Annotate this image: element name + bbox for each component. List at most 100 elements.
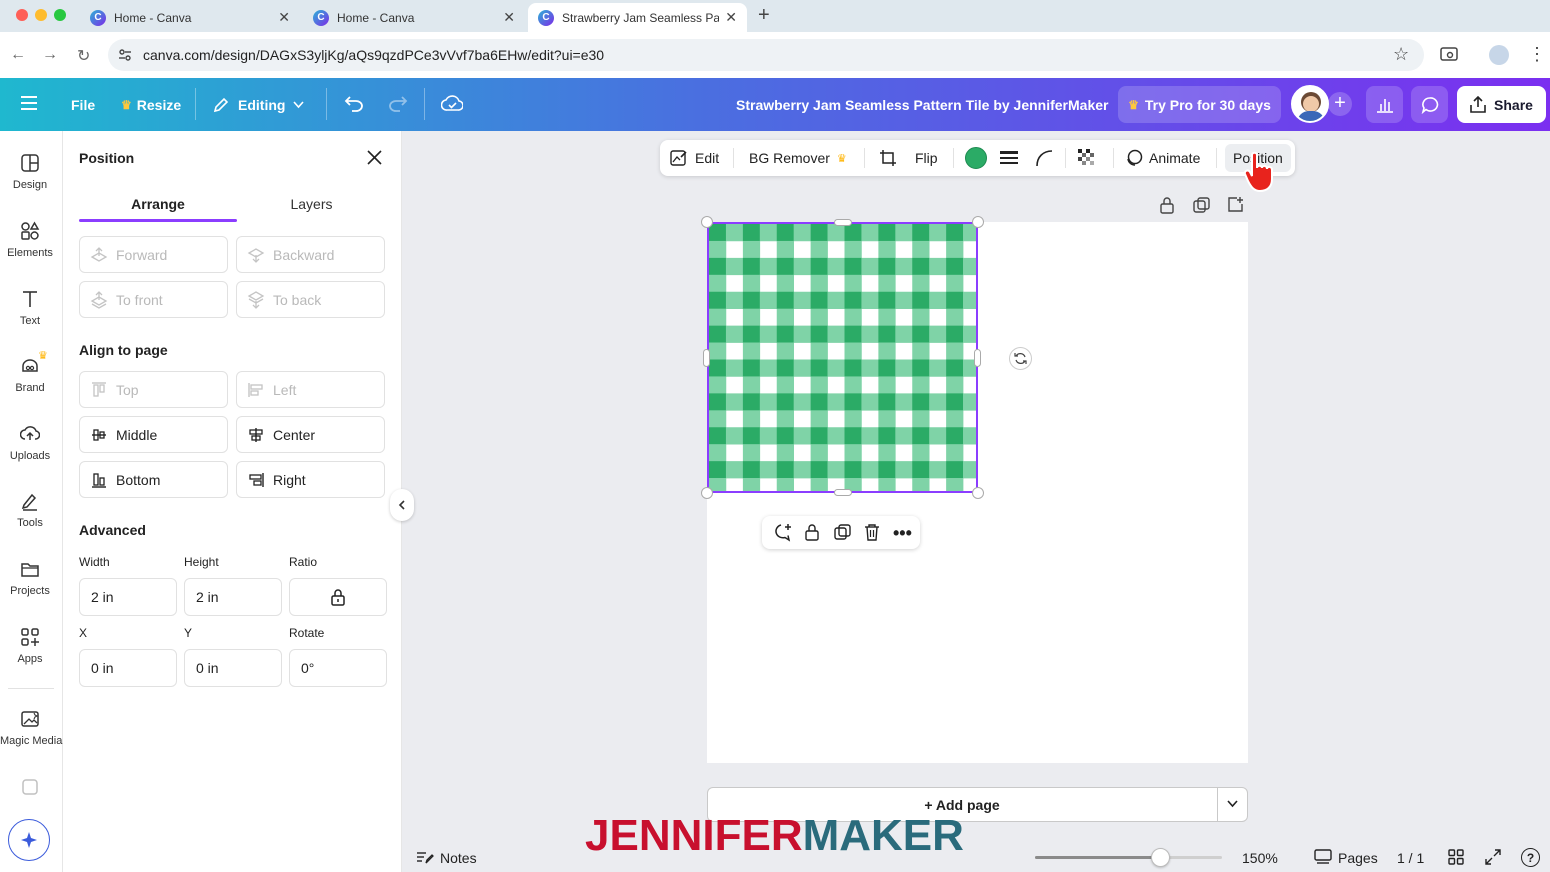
forward-icon[interactable]: → bbox=[42, 46, 58, 64]
crop-button[interactable] bbox=[879, 140, 897, 176]
zoom-level[interactable]: 150% bbox=[1242, 850, 1278, 866]
user-avatar[interactable] bbox=[1291, 85, 1329, 123]
add-comment-icon[interactable] bbox=[772, 523, 792, 542]
file-menu-button[interactable]: File bbox=[71, 78, 95, 131]
more-options-icon[interactable]: ••• bbox=[893, 523, 912, 544]
browser-tab-active[interactable]: C Strawberry Jam Seamless Pa ✕ bbox=[528, 3, 747, 32]
color-swatch[interactable] bbox=[965, 147, 987, 169]
transparency-button[interactable] bbox=[1078, 140, 1096, 176]
reload-icon[interactable]: ↻ bbox=[77, 46, 90, 66]
site-settings-icon[interactable] bbox=[117, 47, 133, 63]
pages-icon[interactable] bbox=[1314, 849, 1332, 865]
resize-handle-right[interactable] bbox=[974, 349, 981, 367]
notes-icon[interactable] bbox=[416, 850, 434, 865]
back-icon[interactable]: ← bbox=[10, 46, 26, 64]
flip-button[interactable]: Flip bbox=[915, 140, 938, 176]
pages-button[interactable]: Pages bbox=[1338, 850, 1378, 866]
browser-menu-icon[interactable]: ⋮ bbox=[1528, 44, 1546, 65]
cloud-saved-icon[interactable] bbox=[441, 95, 463, 112]
comments-button[interactable] bbox=[1411, 86, 1448, 123]
rail-item-design[interactable]: Design bbox=[0, 153, 60, 191]
bg-remover-button[interactable]: BG Remover ♛ bbox=[749, 140, 847, 176]
gingham-pattern-image[interactable] bbox=[707, 222, 978, 493]
minimize-window-button[interactable] bbox=[35, 9, 47, 21]
delete-element-icon[interactable] bbox=[864, 523, 880, 541]
rail-item-elements[interactable]: Elements bbox=[0, 221, 60, 259]
rail-item-apps[interactable]: Apps bbox=[0, 627, 60, 665]
zoom-slider-track[interactable] bbox=[1035, 848, 1222, 867]
maximize-window-button[interactable] bbox=[54, 9, 66, 21]
rail-item-projects[interactable]: Projects bbox=[0, 559, 60, 597]
close-tab-icon[interactable]: ✕ bbox=[278, 9, 290, 26]
rail-item-uploads[interactable]: Uploads bbox=[0, 424, 60, 462]
tab-arrange[interactable]: Arrange bbox=[79, 196, 237, 212]
close-panel-icon[interactable] bbox=[367, 150, 382, 165]
collapse-panel-button[interactable] bbox=[390, 489, 414, 521]
resize-handle-tr[interactable] bbox=[972, 216, 984, 228]
editing-mode-button[interactable]: Editing bbox=[212, 78, 305, 131]
rail-item-text[interactable]: Text bbox=[0, 289, 60, 327]
notes-button[interactable]: Notes bbox=[440, 850, 477, 866]
add-page-dropdown-icon[interactable] bbox=[1227, 800, 1238, 808]
resize-handle-left[interactable] bbox=[703, 349, 710, 367]
align-center-button[interactable]: Center bbox=[236, 416, 385, 453]
duplicate-element-icon[interactable] bbox=[834, 524, 851, 541]
to-back-button[interactable]: To back bbox=[236, 281, 385, 318]
resize-button[interactable]: ♛ Resize bbox=[121, 78, 181, 131]
x-field[interactable]: 0 in bbox=[79, 649, 177, 687]
close-tab-icon[interactable]: ✕ bbox=[503, 9, 515, 26]
undo-icon[interactable] bbox=[344, 94, 364, 112]
browser-tab[interactable]: C Home - Canva ✕ bbox=[80, 3, 300, 32]
profile-avatar[interactable] bbox=[1489, 45, 1509, 65]
close-tab-icon[interactable]: ✕ bbox=[725, 9, 737, 26]
magic-assistant-button[interactable] bbox=[8, 819, 50, 861]
rail-item-brand[interactable]: Brand bbox=[0, 356, 60, 394]
align-bottom-button[interactable]: Bottom bbox=[79, 461, 228, 498]
add-page-icon[interactable] bbox=[1227, 196, 1244, 213]
design-title[interactable]: Strawberry Jam Seamless Pattern Tile by … bbox=[736, 78, 1108, 131]
rail-item-magic-media[interactable]: Magic Media bbox=[0, 709, 62, 747]
width-field[interactable]: 2 in bbox=[79, 578, 177, 616]
redo-icon[interactable] bbox=[388, 94, 408, 112]
tab-layers[interactable]: Layers bbox=[237, 196, 386, 212]
to-front-button[interactable]: To front bbox=[79, 281, 228, 318]
rail-item-tools[interactable]: Tools bbox=[0, 491, 60, 529]
resize-handle-bl[interactable] bbox=[701, 487, 713, 499]
try-pro-button[interactable]: ♛ Try Pro for 30 days bbox=[1118, 86, 1281, 123]
align-right-button[interactable]: Right bbox=[236, 461, 385, 498]
rotate-field[interactable]: 0° bbox=[289, 649, 387, 687]
fullscreen-icon[interactable] bbox=[1485, 849, 1501, 865]
y-field[interactable]: 0 in bbox=[184, 649, 282, 687]
border-style-button[interactable] bbox=[1000, 140, 1018, 176]
add-collaborator-button[interactable]: + bbox=[1328, 92, 1352, 116]
animate-button[interactable]: Animate bbox=[1125, 140, 1200, 176]
duplicate-page-icon[interactable] bbox=[1193, 197, 1210, 214]
align-top-button[interactable]: Top bbox=[79, 371, 228, 408]
resize-handle-br[interactable] bbox=[972, 487, 984, 499]
bookmark-star-icon[interactable]: ☆ bbox=[1393, 44, 1409, 65]
align-left-button[interactable]: Left bbox=[236, 371, 385, 408]
new-tab-icon[interactable]: + bbox=[758, 4, 770, 27]
close-window-button[interactable] bbox=[16, 9, 28, 21]
align-middle-button[interactable]: Middle bbox=[79, 416, 228, 453]
resize-handle-tl[interactable] bbox=[701, 216, 713, 228]
cast-icon[interactable] bbox=[1440, 47, 1458, 63]
grid-view-icon[interactable] bbox=[1448, 849, 1464, 865]
insights-button[interactable] bbox=[1366, 86, 1403, 123]
lock-page-icon[interactable] bbox=[1159, 196, 1175, 214]
rotate-handle[interactable] bbox=[1009, 347, 1032, 370]
resize-handle-top[interactable] bbox=[834, 219, 852, 226]
lock-element-icon[interactable] bbox=[804, 523, 820, 541]
browser-tab[interactable]: C Home - Canva ✕ bbox=[303, 3, 525, 32]
height-field[interactable]: 2 in bbox=[184, 578, 282, 616]
more-apps-icon[interactable] bbox=[20, 777, 40, 797]
edit-image-button[interactable]: Edit bbox=[670, 140, 719, 176]
help-icon[interactable]: ? bbox=[1521, 848, 1540, 867]
ratio-lock-button[interactable] bbox=[289, 578, 387, 616]
resize-handle-bottom[interactable] bbox=[834, 489, 852, 496]
forward-button[interactable]: Forward bbox=[79, 236, 228, 273]
corner-rounding-button[interactable] bbox=[1035, 140, 1053, 176]
menu-hamburger-icon[interactable] bbox=[20, 95, 38, 111]
backward-button[interactable]: Backward bbox=[236, 236, 385, 273]
share-button[interactable]: Share bbox=[1457, 86, 1546, 123]
